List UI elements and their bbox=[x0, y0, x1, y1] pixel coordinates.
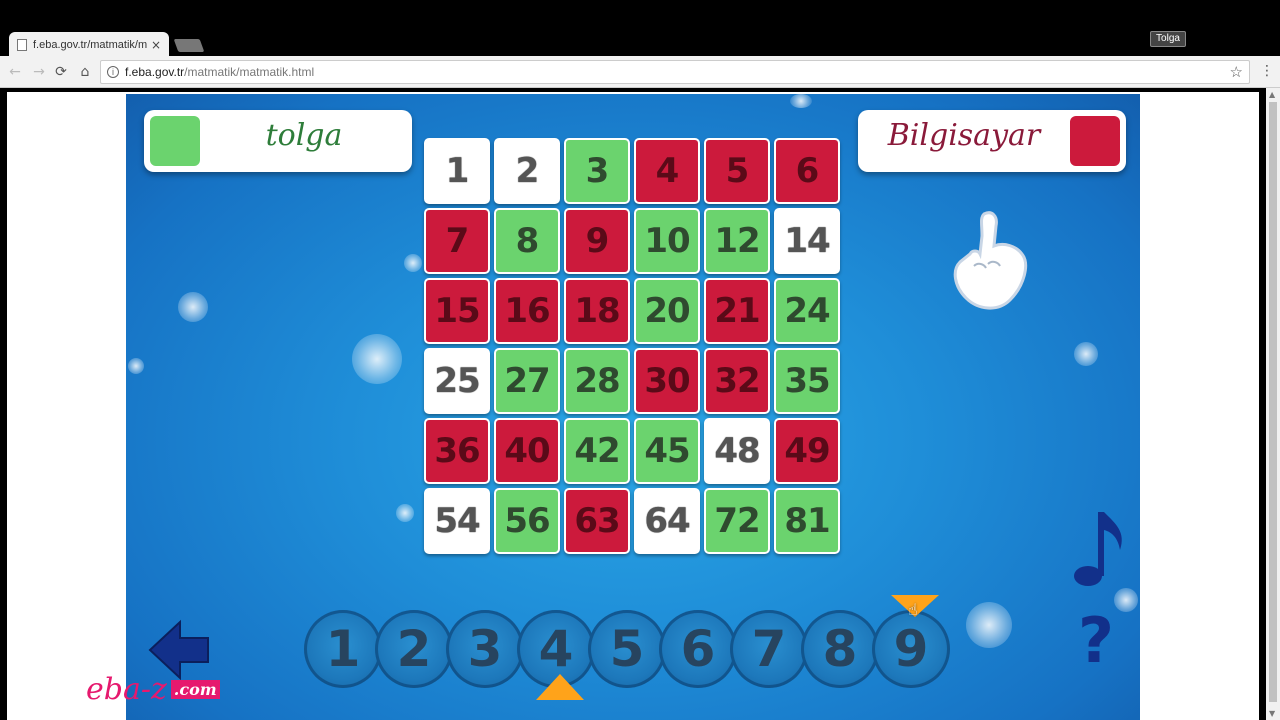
board-cell[interactable]: 18 bbox=[564, 278, 630, 344]
bubble-decoration bbox=[396, 504, 414, 522]
back-button[interactable]: ← bbox=[6, 63, 24, 81]
board-cell[interactable]: 9 bbox=[564, 208, 630, 274]
board-cell[interactable]: 81 bbox=[774, 488, 840, 554]
board-cell[interactable]: 21 bbox=[704, 278, 770, 344]
digit-button[interactable]: 1 bbox=[304, 610, 382, 688]
bubble-decoration bbox=[128, 358, 144, 374]
player-panel-computer: Bilgisayar bbox=[858, 110, 1126, 172]
board-cell[interactable]: 4 bbox=[634, 138, 700, 204]
board-cell[interactable]: 8 bbox=[494, 208, 560, 274]
board-cell[interactable]: 63 bbox=[564, 488, 630, 554]
scroll-down-icon[interactable]: ▼ bbox=[1269, 709, 1275, 718]
board-cell[interactable]: 28 bbox=[564, 348, 630, 414]
digit-button[interactable]: 5 bbox=[588, 610, 666, 688]
help-button[interactable]: ? bbox=[1066, 604, 1126, 677]
bottom-selection-marker[interactable] bbox=[536, 674, 584, 700]
watermark-suffix: .com bbox=[170, 680, 220, 699]
board-cell[interactable]: 1 bbox=[424, 138, 490, 204]
board-cell[interactable]: 64 bbox=[634, 488, 700, 554]
digit-button[interactable]: 3 bbox=[446, 610, 524, 688]
home-button[interactable]: ⌂ bbox=[76, 63, 94, 81]
scroll-up-icon[interactable]: ▲ bbox=[1269, 90, 1275, 99]
board-cell[interactable]: 25 bbox=[424, 348, 490, 414]
player-name: tolga bbox=[265, 118, 343, 153]
player-color-swatch bbox=[1070, 116, 1120, 166]
scrollbar-thumb[interactable] bbox=[1269, 102, 1277, 702]
browser-titlebar: f.eba.gov.tr/matmatik/ma × Tolga bbox=[0, 0, 1280, 58]
board-cell[interactable]: 20 bbox=[634, 278, 700, 344]
board-cell[interactable]: 3 bbox=[564, 138, 630, 204]
tab-title: f.eba.gov.tr/matmatik/ma bbox=[33, 39, 147, 51]
board-cell[interactable]: 7 bbox=[424, 208, 490, 274]
profile-button[interactable]: Tolga bbox=[1150, 31, 1186, 47]
board-cell[interactable]: 24 bbox=[774, 278, 840, 344]
board-cell[interactable]: 15 bbox=[424, 278, 490, 344]
digit-button[interactable]: 9 bbox=[872, 610, 950, 688]
url-path: /matmatik/matmatik.html bbox=[184, 65, 315, 79]
board-cell[interactable]: 6 bbox=[774, 138, 840, 204]
bubble-decoration bbox=[966, 602, 1012, 648]
browser-menu-icon[interactable]: ⋮ bbox=[1260, 63, 1274, 79]
new-tab-button[interactable] bbox=[173, 39, 205, 52]
board-cell[interactable]: 48 bbox=[704, 418, 770, 484]
digit-button[interactable]: 7 bbox=[730, 610, 808, 688]
game-stage: tolga Bilgisayar 1 2 3 4 5 6 7 8 9 10 12 14 15 16 18 20… bbox=[126, 94, 1140, 720]
board-cell[interactable]: 36 bbox=[424, 418, 490, 484]
page-icon bbox=[17, 39, 27, 51]
number-board: 1 2 3 4 5 6 7 8 9 10 12 14 15 16 18 20 21 24 25 27 28 30 32 35 3… bbox=[424, 138, 842, 556]
bubble-decoration bbox=[1074, 342, 1098, 366]
info-icon[interactable]: i bbox=[107, 66, 119, 78]
board-cell[interactable]: 35 bbox=[774, 348, 840, 414]
board-cell[interactable]: 72 bbox=[704, 488, 770, 554]
board-cell[interactable]: 10 bbox=[634, 208, 700, 274]
digit-button[interactable]: 8 bbox=[801, 610, 879, 688]
bubble-decoration bbox=[404, 254, 422, 272]
board-cell[interactable]: 54 bbox=[424, 488, 490, 554]
board-cell[interactable]: 45 bbox=[634, 418, 700, 484]
board-cell[interactable]: 5 bbox=[704, 138, 770, 204]
board-cell[interactable]: 14 bbox=[774, 208, 840, 274]
forward-button[interactable]: → bbox=[30, 63, 48, 81]
bubble-decoration bbox=[352, 334, 402, 384]
tab-close-icon[interactable]: × bbox=[151, 38, 161, 52]
player-name: Bilgisayar bbox=[887, 118, 1041, 153]
bubble-decoration bbox=[178, 292, 208, 322]
board-cell[interactable]: 49 bbox=[774, 418, 840, 484]
bookmark-star-icon[interactable]: ☆ bbox=[1230, 63, 1243, 81]
music-note-icon[interactable] bbox=[1068, 504, 1128, 594]
browser-toolbar: ← → ⟳ ⌂ i f.eba.gov.tr/matmatik/matmatik… bbox=[0, 56, 1280, 88]
board-cell[interactable]: 16 bbox=[494, 278, 560, 344]
browser-tab[interactable]: f.eba.gov.tr/matmatik/ma × bbox=[9, 32, 169, 58]
board-cell[interactable]: 56 bbox=[494, 488, 560, 554]
address-bar[interactable]: i f.eba.gov.tr/matmatik/matmatik.html ☆ bbox=[100, 60, 1250, 84]
bubble-decoration bbox=[790, 94, 812, 108]
watermark-text: eba-z bbox=[86, 672, 167, 707]
board-cell[interactable]: 27 bbox=[494, 348, 560, 414]
reload-button[interactable]: ⟳ bbox=[52, 63, 70, 81]
board-cell[interactable]: 12 bbox=[704, 208, 770, 274]
digit-selector: 123456789 bbox=[304, 604, 954, 690]
player-panel-human: tolga bbox=[144, 110, 412, 172]
digit-button[interactable]: 2 bbox=[375, 610, 453, 688]
board-cell[interactable]: 42 bbox=[564, 418, 630, 484]
watermark-logo: eba-z .com bbox=[86, 672, 220, 707]
board-cell[interactable]: 2 bbox=[494, 138, 560, 204]
digit-button[interactable]: 6 bbox=[659, 610, 737, 688]
board-cell[interactable]: 40 bbox=[494, 418, 560, 484]
page-scrollbar[interactable]: ▲ ▼ bbox=[1266, 88, 1280, 720]
hand-cursor-icon: ☝ bbox=[908, 600, 918, 619]
url-host: f.eba.gov.tr bbox=[125, 65, 185, 79]
board-cell[interactable]: 32 bbox=[704, 348, 770, 414]
player-color-swatch bbox=[150, 116, 200, 166]
board-cell[interactable]: 30 bbox=[634, 348, 700, 414]
pointing-hand-icon bbox=[953, 211, 1027, 310]
